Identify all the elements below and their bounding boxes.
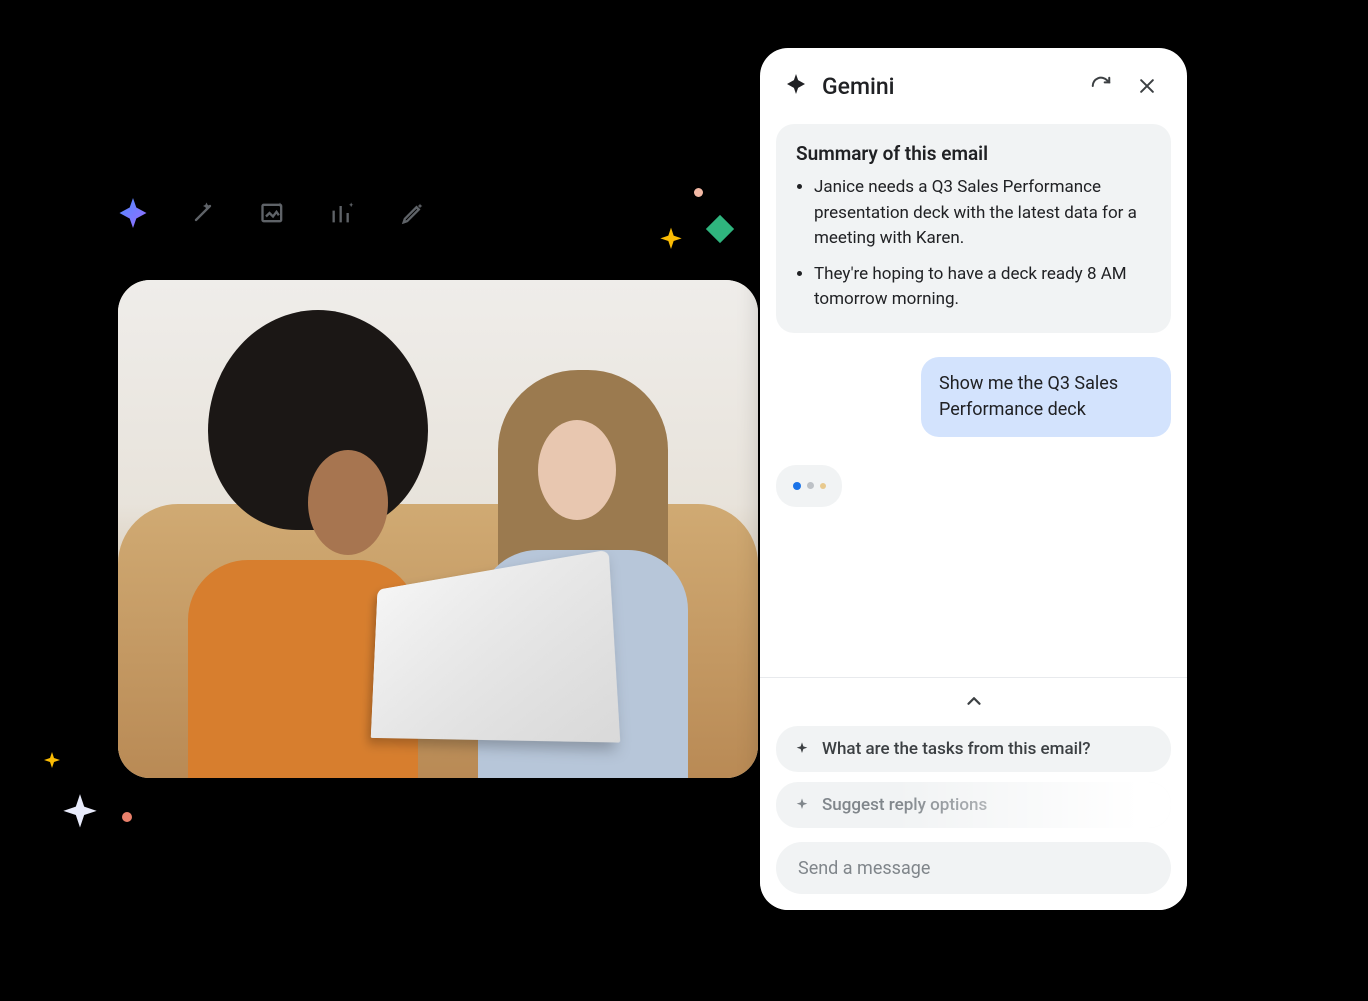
sparkle-lilac-icon	[55, 790, 105, 840]
suggestion-chip-tasks[interactable]: What are the tasks from this email?	[776, 726, 1171, 772]
collapse-suggestions-button[interactable]	[963, 690, 985, 716]
suggestion-chip-reply[interactable]: Suggest reply options	[776, 782, 1171, 828]
sparkle-yellow-small-icon	[40, 750, 64, 774]
panel-footer: What are the tasks from this email? Sugg…	[760, 677, 1187, 910]
marketing-photo	[118, 280, 758, 778]
suggestion-label: Suggest reply options	[822, 795, 987, 815]
magic-pen-icon	[395, 195, 431, 231]
coral-dot-icon	[122, 812, 132, 822]
magic-wand-icon	[185, 195, 221, 231]
summary-bullet-list: Janice needs a Q3 Sales Performance pres…	[796, 175, 1151, 313]
conversation-area: Summary of this email Janice needs a Q3 …	[760, 114, 1187, 677]
panel-title: Gemini	[822, 73, 1071, 100]
ai-tools-toolbar	[115, 195, 431, 231]
message-input-bar[interactable]	[776, 842, 1171, 894]
ai-summary-bubble: Summary of this email Janice needs a Q3 …	[776, 124, 1171, 333]
sparkle-logo-icon	[784, 72, 808, 100]
magic-image-icon	[255, 195, 291, 231]
message-input[interactable]	[798, 858, 1149, 879]
user-message-bubble: Show me the Q3 Sales Performance deck	[921, 357, 1171, 437]
gemini-side-panel: Gemini Summary of this email Janice need…	[760, 48, 1187, 910]
peach-dot-icon	[694, 188, 703, 197]
summary-bullet: They're hoping to have a deck ready 8 AM…	[814, 262, 1151, 313]
refresh-button[interactable]	[1085, 70, 1117, 102]
suggestion-label: What are the tasks from this email?	[822, 739, 1091, 759]
sparkle-icon	[794, 797, 812, 813]
sparkle-gradient-icon	[115, 195, 151, 231]
green-diamond-icon	[706, 215, 734, 243]
summary-heading: Summary of this email	[796, 142, 1151, 165]
panel-header: Gemini	[760, 48, 1187, 114]
close-button[interactable]	[1131, 70, 1163, 102]
summary-bullet: Janice needs a Q3 Sales Performance pres…	[814, 175, 1151, 252]
magic-chart-icon	[325, 195, 361, 231]
typing-indicator	[776, 465, 842, 507]
sparkle-icon	[794, 741, 812, 757]
sparkle-yellow-icon	[655, 225, 687, 257]
